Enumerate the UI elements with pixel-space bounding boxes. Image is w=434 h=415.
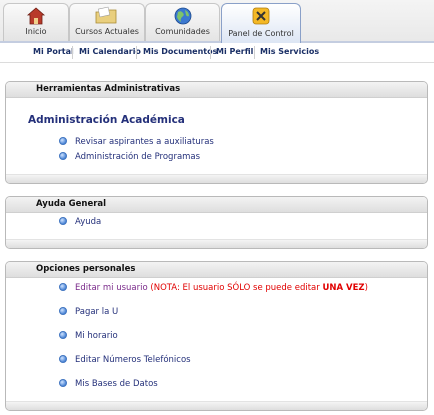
note-text-end: ): [364, 283, 368, 293]
bullet-icon: [59, 216, 67, 225]
list-item: Ayuda: [59, 216, 101, 227]
tab-label: Cursos Actuales: [75, 27, 139, 36]
panel-header: Herramientas Administrativas: [6, 82, 427, 98]
program-admin-link[interactable]: Administración de Programas: [75, 152, 200, 162]
tab-label: Panel de Control: [228, 29, 294, 38]
list-item: Pagar la U: [59, 306, 118, 317]
edit-user-note: (NOTA: El usuario SÓLO se puede editar U…: [148, 283, 368, 293]
bullet-icon: [59, 151, 67, 160]
subnav-mis-documentos[interactable]: Mis Documentos: [143, 47, 217, 56]
list-item: Editar mi usuario (NOTA: El usuario SÓLO…: [59, 282, 368, 293]
bullet-icon: [59, 136, 67, 145]
subnav-mi-calendario[interactable]: Mi Calendario: [79, 47, 141, 56]
tab-label: Comunidades: [155, 27, 210, 36]
tab-panel-de-control[interactable]: Panel de Control: [221, 3, 301, 43]
panel-header: Opciones personales: [6, 262, 427, 278]
my-databases-link[interactable]: Mis Bases de Datos: [75, 379, 158, 389]
list-item: Editar Números Telefónicos: [59, 354, 191, 365]
edit-phones-link[interactable]: Editar Números Telefónicos: [75, 355, 191, 365]
tools-icon: [252, 7, 270, 25]
tab-comunidades[interactable]: Comunidades: [145, 3, 220, 41]
panel-footer: [6, 174, 427, 183]
my-schedule-link[interactable]: Mi horario: [75, 331, 118, 341]
tab-inicio[interactable]: Inicio: [3, 3, 69, 41]
list-item: Revisar aspirantes a auxiliaturas: [59, 136, 214, 147]
academic-admin-heading: Administración Académica: [28, 114, 185, 126]
folder-icon: [95, 6, 117, 24]
panel-title: Opciones personales: [36, 264, 136, 274]
note-emphasis: UNA VEZ: [322, 283, 365, 293]
globe-icon: [174, 7, 191, 25]
panel-header: Ayuda General: [6, 197, 427, 213]
sub-navigation: Mi Portal Mi Calendario Mis Documentos M…: [0, 43, 434, 63]
bullet-icon: [59, 378, 67, 387]
help-panel: Ayuda General Ayuda: [5, 196, 428, 249]
panel-title: Herramientas Administrativas: [36, 84, 181, 94]
bullet-icon: [59, 306, 67, 315]
admin-tools-panel: Herramientas Administrativas Administrac…: [5, 81, 428, 184]
subnav-mi-portal[interactable]: Mi Portal: [33, 47, 74, 56]
divider: [210, 46, 211, 59]
subnav-mis-servicios[interactable]: Mis Servicios: [260, 47, 319, 56]
list-item: Mis Bases de Datos: [59, 378, 158, 389]
edit-user-link[interactable]: Editar mi usuario: [75, 283, 148, 293]
panel-title: Ayuda General: [36, 199, 107, 209]
panel-footer: [6, 239, 427, 248]
help-link[interactable]: Ayuda: [75, 217, 101, 227]
divider: [136, 46, 137, 59]
list-item: Mi horario: [59, 330, 118, 341]
bullet-icon: [59, 330, 67, 339]
pay-u-link[interactable]: Pagar la U: [75, 307, 118, 317]
top-tab-bar: Inicio Cursos Actuales Comunidades Panel…: [0, 0, 434, 43]
house-icon: [26, 7, 46, 25]
personal-options-panel: Opciones personales Editar mi usuario (N…: [5, 261, 428, 411]
bullet-icon: [59, 282, 67, 291]
tab-label: Inicio: [25, 27, 47, 36]
bullet-icon: [59, 354, 67, 363]
note-text: (NOTA: El usuario SÓLO se puede editar: [147, 283, 323, 293]
review-applicants-link[interactable]: Revisar aspirantes a auxiliaturas: [75, 137, 214, 147]
list-item: Administración de Programas: [59, 151, 200, 162]
tab-cursos-actuales[interactable]: Cursos Actuales: [69, 3, 145, 41]
divider: [72, 46, 73, 59]
panel-footer: [6, 401, 427, 410]
subnav-mi-perfil[interactable]: Mi Perfil: [216, 47, 253, 56]
divider: [254, 46, 255, 59]
